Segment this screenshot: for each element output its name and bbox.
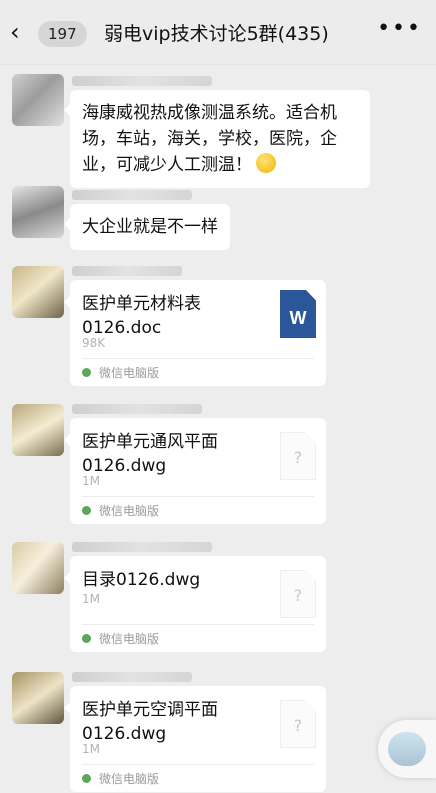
- unknown-file-icon: ?: [280, 700, 316, 748]
- card-divider: [82, 358, 314, 359]
- file-size: 98K: [82, 336, 106, 350]
- avatar[interactable]: [12, 542, 64, 594]
- sender-name: [72, 672, 192, 682]
- message-bubble[interactable]: 海康威视热成像测温系统。适合机场，车站，海关，学校，医院，企业，可减少人工测温！: [64, 90, 370, 188]
- message-text: 大企业就是不一样: [82, 217, 218, 237]
- word-doc-icon: W: [280, 290, 316, 338]
- file-source: 微信电脑版: [82, 630, 159, 647]
- file-name: 医护单元材料表 0126.doc: [82, 294, 201, 338]
- chat-header: ‹ 197 弱电vip技术讨论5群(435) •••: [0, 0, 436, 65]
- grinning-sweat-emoji-icon: [256, 153, 276, 173]
- avatar[interactable]: [12, 672, 64, 724]
- more-dots-icon[interactable]: •••: [377, 16, 422, 41]
- card-divider: [82, 624, 314, 625]
- avatar[interactable]: [12, 74, 64, 126]
- wechat-pc-icon: [82, 506, 91, 515]
- file-name: 医护单元通风平面 0126.dwg: [82, 432, 218, 476]
- wechat-pc-icon: [82, 368, 91, 377]
- message-text: 海康威视热成像测温系统。适合机场，车站，海关，学校，医院，企业，可减少人工测温！: [82, 103, 337, 175]
- file-size: 1M: [82, 592, 100, 606]
- file-card[interactable]: 目录0126.dwg 1M ? 微信电脑版: [64, 556, 326, 652]
- avatar[interactable]: [12, 404, 64, 456]
- file-card[interactable]: 医护单元空调平面 0126.dwg 1M ? 微信电脑版: [64, 686, 326, 792]
- file-name: 目录0126.dwg: [82, 570, 201, 590]
- file-size: 1M: [82, 742, 100, 756]
- floating-thumbnail-icon: [388, 732, 426, 766]
- unknown-file-icon: ?: [280, 570, 316, 618]
- avatar[interactable]: [12, 186, 64, 238]
- file-source: 微信电脑版: [82, 770, 159, 787]
- sender-name: [72, 266, 182, 276]
- sender-name: [72, 76, 212, 86]
- file-size: 1M: [82, 474, 100, 488]
- card-divider: [82, 496, 314, 497]
- card-divider: [82, 764, 314, 765]
- chat-title: 弱电vip技术讨论5群(435): [104, 23, 329, 45]
- unknown-file-icon: ?: [280, 432, 316, 480]
- wechat-pc-icon: [82, 774, 91, 783]
- message-bubble[interactable]: 大企业就是不一样: [64, 204, 230, 250]
- file-card[interactable]: 医护单元通风平面 0126.dwg 1M ? 微信电脑版: [64, 418, 326, 524]
- sender-name: [72, 190, 192, 200]
- floating-window-button[interactable]: [378, 720, 436, 778]
- chevron-left-icon[interactable]: ‹: [10, 20, 20, 44]
- sender-name: [72, 542, 212, 552]
- unread-count-badge[interactable]: 197: [38, 21, 87, 47]
- file-card[interactable]: 医护单元材料表 0126.doc 98K W 微信电脑版: [64, 280, 326, 386]
- file-source: 微信电脑版: [82, 502, 159, 519]
- file-source: 微信电脑版: [82, 364, 159, 381]
- file-name: 医护单元空调平面 0126.dwg: [82, 700, 218, 744]
- avatar[interactable]: [12, 266, 64, 318]
- wechat-pc-icon: [82, 634, 91, 643]
- sender-name: [72, 404, 202, 414]
